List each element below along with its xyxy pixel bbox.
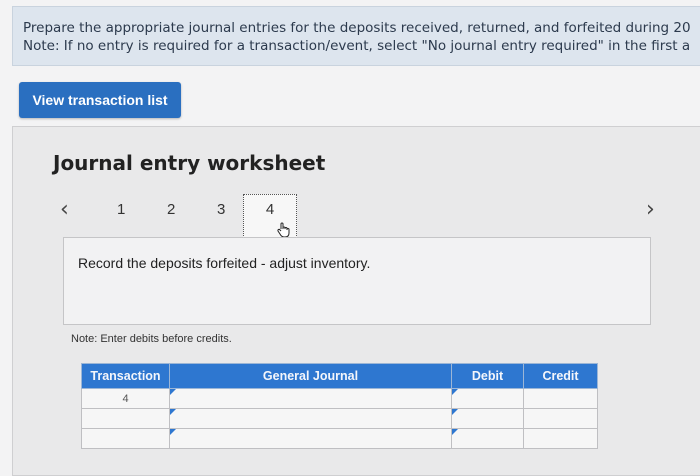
instructions-note: Note: If no entry is required for a tran… — [23, 38, 691, 54]
instructions-panel: Prepare the appropriate journal entries … — [12, 6, 700, 66]
table-row — [81, 428, 598, 449]
header-transaction: Transaction — [81, 363, 170, 389]
debit-input[interactable] — [451, 428, 524, 449]
credit-input[interactable] — [523, 428, 598, 449]
table-row — [81, 408, 598, 429]
worksheet-title: Journal entry worksheet — [53, 151, 326, 175]
journal-entry-worksheet: Journal entry worksheet ‹ 1 2 3 4 › Reco… — [12, 126, 700, 476]
general-journal-select[interactable] — [169, 428, 452, 449]
general-journal-select[interactable] — [169, 388, 452, 409]
page-2-tab[interactable]: 2 — [167, 201, 175, 218]
instructions-line: Prepare the appropriate journal entries … — [23, 20, 691, 36]
record-instruction-text: Record the deposits forfeited - adjust i… — [78, 255, 371, 271]
credit-input[interactable] — [523, 388, 598, 409]
general-journal-select[interactable] — [169, 408, 452, 429]
page-3-tab[interactable]: 3 — [217, 201, 225, 218]
header-credit: Credit — [523, 363, 598, 389]
header-debit: Debit — [451, 363, 524, 389]
transaction-cell: 4 — [81, 388, 170, 409]
table-row: 4 — [81, 388, 598, 409]
header-general-journal: General Journal — [169, 363, 452, 389]
page-1-tab[interactable]: 1 — [117, 201, 125, 218]
transaction-cell — [81, 428, 170, 449]
debit-input[interactable] — [451, 388, 524, 409]
chevron-left-icon[interactable]: ‹ — [60, 197, 69, 222]
journal-table: Transaction General Journal Debit Credit… — [81, 363, 598, 449]
record-instruction-box: Record the deposits forfeited - adjust i… — [63, 237, 651, 325]
debit-input[interactable] — [451, 408, 524, 429]
debits-credits-note: Note: Enter debits before credits. — [71, 333, 232, 345]
credit-input[interactable] — [523, 408, 598, 429]
transaction-cell — [81, 408, 170, 429]
view-transaction-list-button[interactable]: View transaction list — [19, 82, 181, 118]
chevron-right-icon[interactable]: › — [646, 197, 655, 222]
